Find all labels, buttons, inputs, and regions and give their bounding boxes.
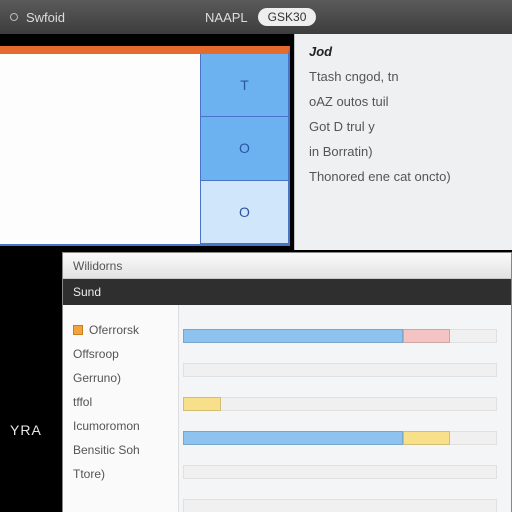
sidebar-item[interactable]: Oferrorsk	[73, 323, 168, 337]
sidebar-item-label: Gerruno)	[73, 371, 121, 385]
panel-row: oAZ outos tuil	[309, 94, 498, 109]
top-toolbar: Swfoid NAAPL GSK30	[0, 0, 512, 34]
menu-label[interactable]: NAAPL	[205, 10, 248, 25]
window-chart: Wilidorns Sund Oferrorsk Offsroop Gerrun…	[62, 252, 512, 512]
window-title: Wilidorns	[73, 259, 122, 273]
tab-active[interactable]: Sund	[73, 285, 101, 299]
app-name: Swfoid	[26, 10, 65, 25]
bar-row	[183, 323, 497, 349]
toolbar-pill[interactable]: GSK30	[258, 8, 317, 26]
grid-cell[interactable]: T	[201, 54, 288, 117]
bar-chart	[179, 305, 511, 512]
bar-segment-yellow	[403, 431, 450, 445]
grid-cell[interactable]: O	[201, 181, 288, 244]
panel-row: Ttash cngod, tn	[309, 69, 498, 84]
bar-row	[183, 425, 497, 451]
bar-row	[183, 357, 497, 383]
sidebar-item[interactable]: Offsroop	[73, 347, 168, 361]
sidebar-item-label: Oferrorsk	[89, 323, 139, 337]
bar-row	[183, 391, 497, 417]
sidebar-item-label: Bensitic Soh	[73, 443, 140, 457]
sidebar-item-label: Ttore)	[73, 467, 105, 481]
panel-heading: Jod	[309, 44, 498, 59]
bar-segment-blue	[183, 329, 403, 343]
bar-segment-blue	[183, 431, 403, 445]
chart-sidebar: Oferrorsk Offsroop Gerruno) tffol Icumor…	[63, 305, 179, 512]
bar-segment-pink	[403, 329, 450, 343]
window-control-icon[interactable]	[10, 13, 18, 21]
square-icon	[73, 325, 83, 335]
grid-right-pane: T O O	[200, 54, 288, 244]
sidebar-item[interactable]: tffol	[73, 395, 168, 409]
grid-left-pane[interactable]	[0, 54, 200, 244]
bar-segment-yellow	[183, 397, 221, 411]
sidebar-item[interactable]: Gerruno)	[73, 371, 168, 385]
sidebar-item[interactable]: Ttore)	[73, 467, 168, 481]
window-grid: T O O	[0, 46, 290, 246]
sidebar-item[interactable]: Bensitic Soh	[73, 443, 168, 457]
sidebar-item[interactable]: Icumoromon	[73, 419, 168, 433]
panel-row: Got D trul y	[309, 119, 498, 134]
sidebar-item-label: Icumoromon	[73, 419, 140, 433]
panel-row: Thonored ene cat oncto)	[309, 169, 498, 184]
grid-cell[interactable]: O	[201, 117, 288, 180]
sidebar-item-label: tffol	[73, 395, 92, 409]
info-panel: Jod Ttash cngod, tn oAZ outos tuil Got D…	[294, 34, 512, 254]
bar-row	[183, 493, 497, 512]
side-label: YRA	[10, 422, 42, 438]
bar-row	[183, 459, 497, 485]
tab-bar: Sund	[63, 279, 511, 305]
desktop: T O O Jod Ttash cngod, tn oAZ outos tuil…	[0, 34, 512, 512]
panel-row: in Borratin)	[309, 144, 498, 159]
window-titlebar[interactable]: Wilidorns	[63, 253, 511, 279]
sidebar-item-label: Offsroop	[73, 347, 119, 361]
